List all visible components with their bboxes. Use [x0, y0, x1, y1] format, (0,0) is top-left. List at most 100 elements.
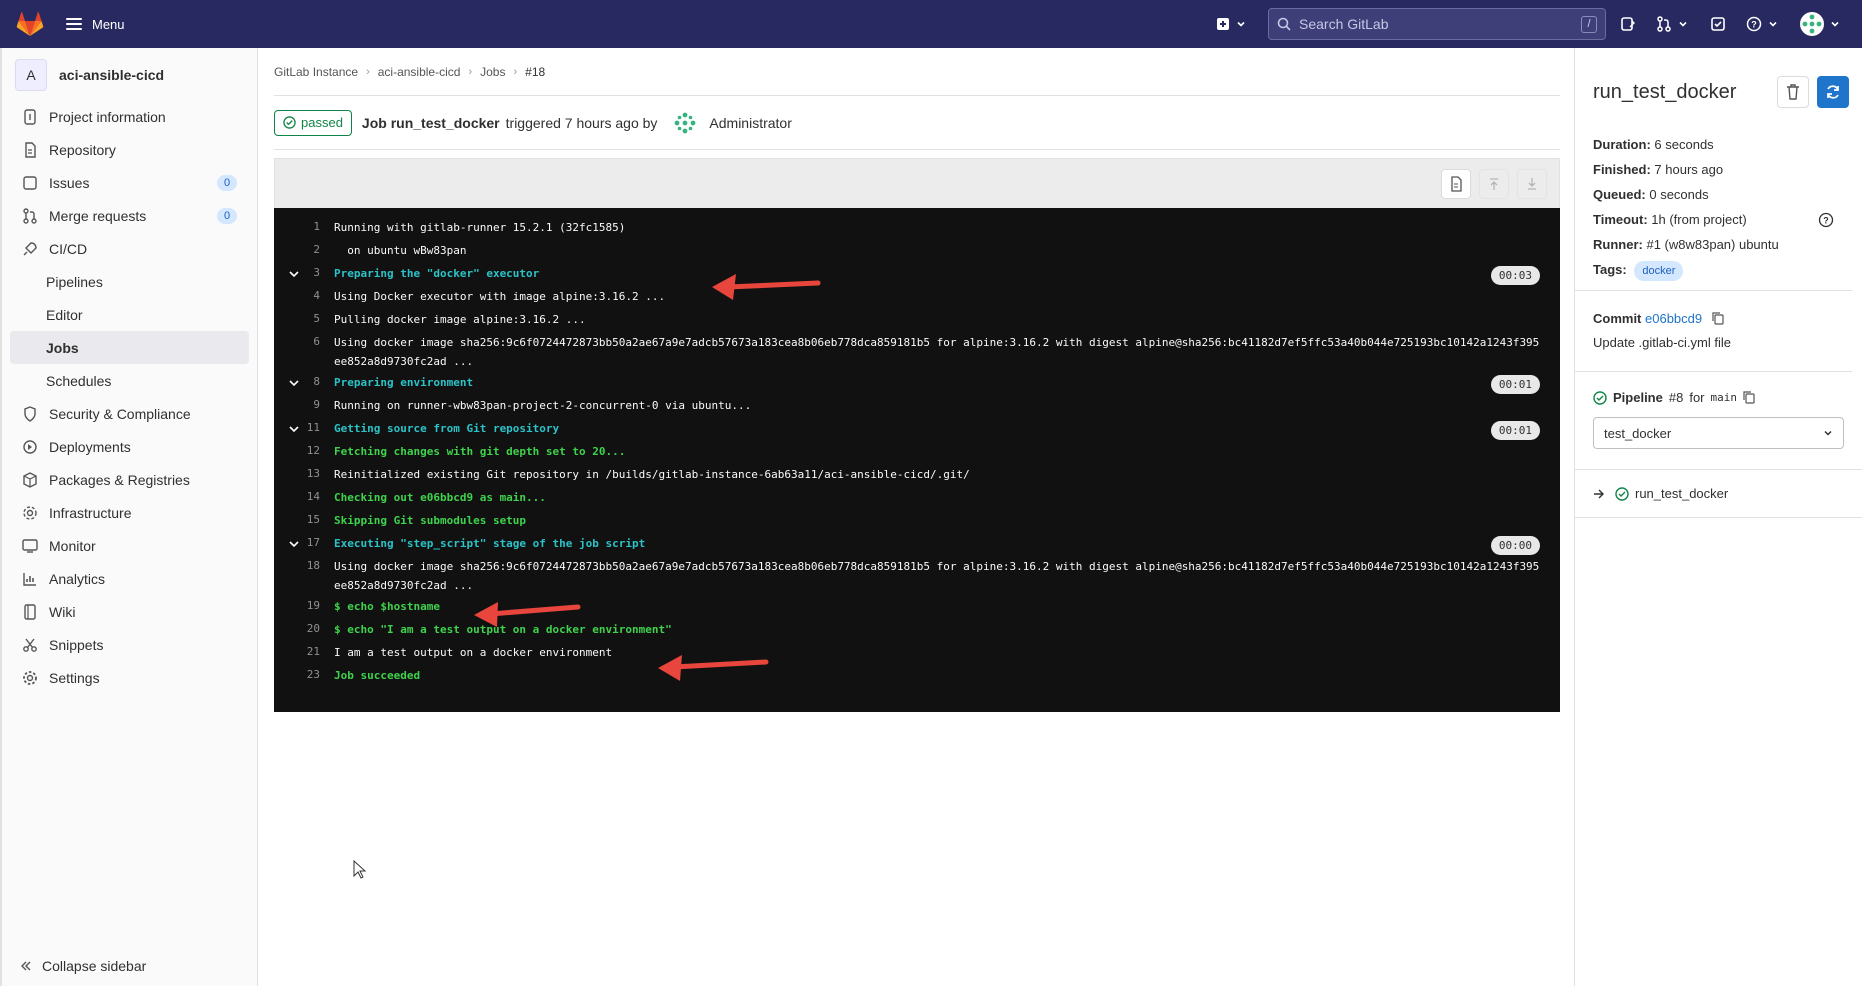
log-line-number[interactable]: 14: [274, 490, 334, 503]
queued-value: 0 seconds: [1649, 187, 1709, 202]
sidebar-item-deployments[interactable]: Deployments: [2, 430, 257, 463]
sidebar-subitem-schedules[interactable]: Schedules: [2, 364, 257, 397]
cloud-icon: [22, 505, 38, 521]
sidebar-item-cicd[interactable]: CI/CD: [2, 232, 257, 265]
merge-icon: [22, 207, 38, 224]
project-header[interactable]: A aci-ansible-cicd: [2, 48, 257, 92]
log-line-number[interactable]: 3: [274, 266, 334, 279]
breadcrumb-item-current[interactable]: #18: [525, 65, 545, 79]
chevron-down-icon: [1824, 430, 1832, 436]
log-line-number[interactable]: 4: [274, 289, 334, 302]
chevron-down-icon[interactable]: [288, 268, 300, 283]
log-line-number[interactable]: 8: [274, 375, 334, 388]
scroll-to-bottom-button[interactable]: [1517, 168, 1547, 199]
log-line-number[interactable]: 13: [274, 467, 334, 480]
sidebar-item-label: Security & Compliance: [49, 405, 191, 422]
scroll-down-icon: [1528, 177, 1536, 190]
job-link[interactable]: run_test_docker: [1635, 486, 1728, 501]
help-dropdown[interactable]: ?: [1746, 16, 1778, 32]
log-line-number[interactable]: 19: [274, 599, 334, 612]
chevron-down-icon[interactable]: [288, 423, 300, 438]
copy-icon[interactable]: [1712, 312, 1724, 325]
sidebar-item-analytics[interactable]: Analytics: [2, 562, 257, 595]
issues-nav-button[interactable]: [1620, 16, 1636, 32]
sidebar-item-label: Settings: [49, 669, 100, 686]
log-line-number[interactable]: 1: [274, 220, 334, 233]
sidebar-item-wiki[interactable]: Wiki: [2, 595, 257, 628]
pipeline-ref[interactable]: main: [1711, 391, 1738, 404]
breadcrumb-separator-icon: ›: [366, 65, 370, 78]
user-menu-dropdown[interactable]: [1800, 12, 1840, 36]
log-section-header[interactable]: 11 Getting source from Git repository 00:0…: [274, 417, 1560, 440]
sidebar-item-security-compliance[interactable]: Security & Compliance: [2, 397, 257, 430]
pipeline-number-link[interactable]: #8: [1669, 390, 1683, 405]
stage-select[interactable]: test_docker: [1593, 417, 1844, 449]
retry-job-button[interactable]: [1817, 76, 1849, 108]
scroll-to-top-button[interactable]: [1479, 168, 1509, 199]
sidebar-subitem-jobs[interactable]: Jobs: [10, 331, 249, 364]
tags-label: Tags:: [1593, 262, 1627, 277]
hamburger-icon: [66, 18, 82, 30]
sidebar-item-snippets[interactable]: Snippets: [2, 628, 257, 661]
log-line-number[interactable]: 15: [274, 513, 334, 526]
trash-icon: [1787, 84, 1799, 100]
log-line-number[interactable]: 2: [274, 243, 334, 256]
log-line-number[interactable]: 23: [274, 668, 334, 681]
commit-sha-link[interactable]: e06bbcd9: [1645, 311, 1702, 326]
log-line: 23 Job succeeded: [274, 664, 1560, 687]
breadcrumb-item[interactable]: GitLab Instance: [274, 65, 358, 79]
sidebar-item-issues[interactable]: Issues 0: [2, 166, 257, 199]
breadcrumb-item[interactable]: aci-ansible-cicd: [378, 65, 461, 79]
log-line-text: Executing "step_script" stage of the job…: [334, 537, 646, 550]
log-line-number[interactable]: 17: [274, 536, 334, 549]
sidebar-subitem-pipelines[interactable]: Pipelines: [2, 265, 257, 298]
sidebar-item-merge-requests[interactable]: Merge requests 0: [2, 199, 257, 232]
log-line-number[interactable]: 21: [274, 645, 334, 658]
merge-requests-nav-button[interactable]: [1656, 16, 1688, 32]
log-line-number[interactable]: 18: [274, 559, 334, 572]
sidebar-item-repository[interactable]: Repository: [2, 133, 257, 166]
user-avatar-icon[interactable]: [673, 111, 697, 135]
user-name-link[interactable]: Administrator: [709, 115, 791, 131]
new-item-dropdown[interactable]: [1216, 17, 1246, 31]
log-line-number[interactable]: 9: [274, 398, 334, 411]
log-line-text: Preparing the "docker" executor: [334, 267, 540, 280]
help-icon[interactable]: ?: [1818, 212, 1834, 228]
sidebar-item-infrastructure[interactable]: Infrastructure: [2, 496, 257, 529]
sidebar-item-packages-registries[interactable]: Packages & Registries: [2, 463, 257, 496]
show-raw-button[interactable]: [1441, 168, 1471, 199]
log-line-number[interactable]: 6: [274, 335, 334, 348]
log-line-number[interactable]: 5: [274, 312, 334, 325]
search-box[interactable]: Search GitLab /: [1268, 8, 1606, 40]
sidebar-item-label: Repository: [49, 141, 116, 158]
job-log: 1 Running with gitlab-runner 15.2.1 (32fc…: [274, 208, 1560, 712]
check-circle-icon: [1593, 390, 1607, 405]
left-sidebar: A aci-ansible-cicd Project information R…: [0, 48, 258, 986]
erase-log-button[interactable]: [1777, 76, 1809, 108]
collapse-sidebar-button[interactable]: Collapse sidebar: [20, 958, 146, 974]
duration-label: Duration:: [1593, 137, 1651, 152]
chart-icon: [22, 571, 38, 587]
status-badge[interactable]: passed: [274, 109, 352, 136]
todo-nav-button[interactable]: [1710, 16, 1726, 32]
sidebar-item-settings[interactable]: Settings: [2, 661, 257, 694]
log-section-header[interactable]: 3 Preparing the "docker" executor 00:03: [274, 262, 1560, 285]
gitlab-logo-icon[interactable]: [6, 0, 54, 48]
copy-icon[interactable]: [1743, 391, 1755, 404]
chevron-down-icon[interactable]: [288, 538, 300, 553]
log-line-number[interactable]: 11: [274, 421, 334, 434]
log-line-number[interactable]: 20: [274, 622, 334, 635]
double-chevron-left-icon: [21, 961, 31, 971]
chevron-down-icon[interactable]: [288, 377, 300, 392]
log-section-header[interactable]: 17 Executing "step_script" stage of the j…: [274, 532, 1560, 555]
timeout-value: 1h (from project): [1651, 212, 1747, 227]
log-line-number[interactable]: 12: [274, 444, 334, 457]
pipeline-block: Pipeline #8 for main test_docker: [1575, 372, 1862, 470]
breadcrumb-item[interactable]: Jobs: [480, 65, 505, 79]
sidebar-item-project-information[interactable]: Project information: [2, 100, 257, 133]
sidebar-item-monitor[interactable]: Monitor: [2, 529, 257, 562]
sidebar-subitem-editor[interactable]: Editor: [2, 298, 257, 331]
log-section-header[interactable]: 8 Preparing environment 00:01: [274, 371, 1560, 394]
menu-button[interactable]: Menu: [66, 17, 125, 32]
menu-label: Menu: [92, 16, 125, 32]
